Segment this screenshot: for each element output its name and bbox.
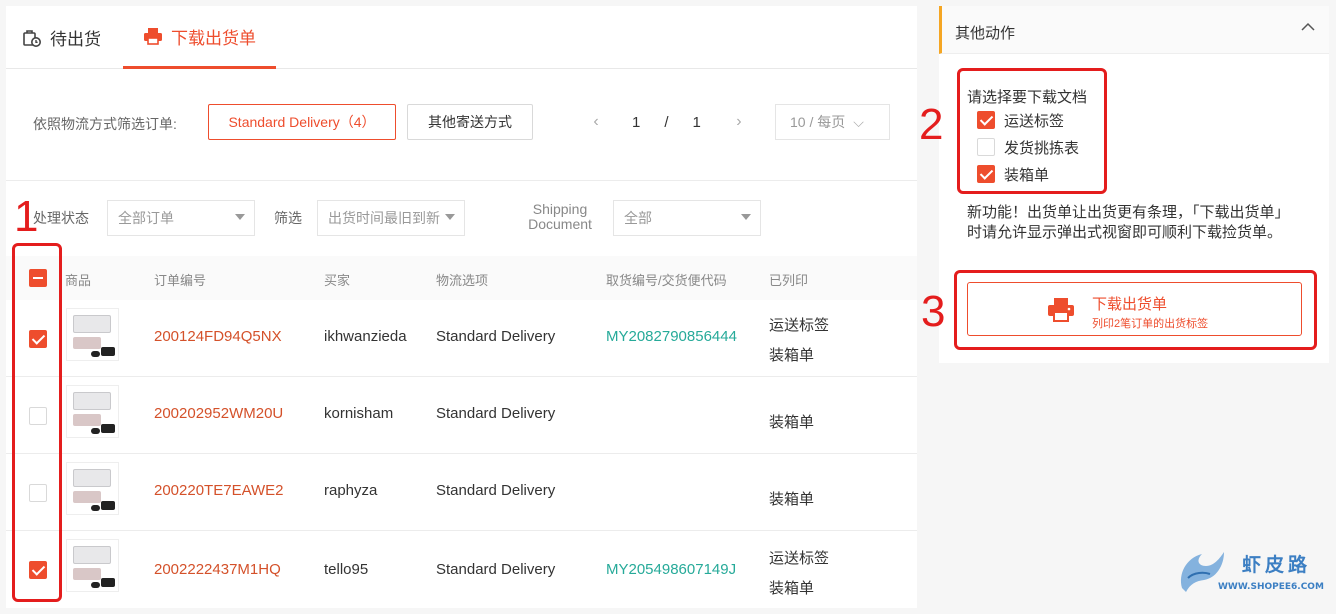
caret-down-icon	[741, 214, 751, 220]
tab-pending[interactable]: 待出货	[22, 6, 101, 69]
watermark: 虾皮路 WWW.SHOPEE6.COM	[1174, 548, 1324, 598]
other-shipping-button[interactable]: 其他寄送方式	[407, 104, 533, 140]
header-tracking: 取货编号/交货便代码	[606, 273, 727, 288]
prev-page-icon[interactable]: ‹	[586, 113, 606, 131]
sort-select[interactable]: 出货时间最旧到新	[317, 200, 465, 236]
tracking-number: MY2082790856444	[606, 328, 737, 345]
chevron-up-icon[interactable]	[1301, 20, 1315, 34]
pagination: ‹ 1 / 1 ›	[586, 104, 749, 140]
annotation-number-3: 3	[921, 287, 946, 336]
printed-label: 运送标签	[769, 550, 830, 567]
annotation-number-1: 1	[14, 192, 39, 241]
table-row: 200202952WM20U kornisham Standard Delive…	[6, 377, 917, 454]
printed-label: 运送标签	[769, 317, 830, 334]
status-select[interactable]: 全部订单	[107, 200, 255, 236]
other-actions-title: 其他动作	[955, 25, 1016, 42]
watermark-url: WWW.SHOPEE6.COM	[1218, 582, 1324, 592]
sort-select-value: 出货时间最旧到新	[328, 210, 440, 226]
buyer-name: kornisham	[324, 405, 394, 422]
other-actions-header[interactable]: 其他动作	[939, 6, 1329, 54]
page-separator: /	[664, 113, 669, 131]
header-buyer: 买家	[324, 273, 351, 288]
page-current: 1	[632, 113, 641, 131]
tracking-number: MY205498607149J	[606, 561, 737, 578]
header-product: 商品	[65, 273, 92, 288]
next-page-icon[interactable]: ›	[729, 113, 749, 131]
order-number-link[interactable]: 200124FD94Q5NX	[154, 328, 282, 345]
order-number-link[interactable]: 200220TE7EAWE2	[154, 482, 284, 499]
status-label: 处理状态	[33, 210, 89, 226]
product-thumbnail[interactable]	[66, 385, 119, 438]
package-clock-icon	[22, 28, 42, 48]
per-page-value: 10 / 每页	[790, 114, 846, 130]
table-row: 200124FD94Q5NX ikhwanzieda Standard Deli…	[6, 300, 917, 377]
table-row: 200220TE7EAWE2 raphyza Standard Delivery…	[6, 454, 917, 531]
status-filter-row: 处理状态 全部订单 筛选 出货时间最旧到新 Shipping Document …	[6, 200, 917, 240]
buyer-name: ikhwanzieda	[324, 328, 407, 345]
tab-bar: 待出货 下载出货单	[6, 6, 917, 69]
printed-label: 装箱单	[769, 491, 815, 508]
order-number-link[interactable]: 200202952WM20U	[154, 405, 283, 422]
logistics-filter-label: 依照物流方式筛选订单:	[33, 116, 177, 132]
logistics-option: Standard Delivery	[436, 328, 556, 345]
standard-delivery-button[interactable]: Standard Delivery（4）	[208, 104, 396, 140]
header-logistics: 物流选项	[436, 273, 489, 288]
caret-down-icon	[445, 214, 455, 220]
shipping-document-label-line2: Document	[528, 216, 592, 232]
divider	[6, 180, 917, 181]
printer-icon	[143, 26, 163, 46]
tab-download[interactable]: 下载出货单	[123, 6, 276, 69]
buyer-name: tello95	[324, 561, 369, 578]
logistics-filter-row: 依照物流方式筛选订单: Standard Delivery（4） 其他寄送方式 …	[6, 104, 917, 142]
annotation-number-2: 2	[919, 100, 944, 149]
product-thumbnail[interactable]	[66, 539, 119, 592]
shipping-document-label: Shipping Document	[518, 202, 602, 232]
caret-down-icon	[235, 214, 245, 220]
new-feature-notice: 新功能！出货单让出货更有条理，「下载出货单」时请允许显示弹出式视窗即可顺利下载捡…	[967, 204, 1290, 241]
shipping-document-value: 全部	[624, 210, 652, 226]
printed-label: 装箱单	[769, 414, 815, 431]
header-printed: 已列印	[769, 273, 809, 288]
tab-download-label: 下载出货单	[171, 28, 256, 48]
chevron-down-icon: ⌵	[853, 113, 864, 130]
shipping-document-select[interactable]: 全部	[613, 200, 761, 236]
table-row: 2002222437M1HQ tello95 Standard Delivery…	[6, 531, 917, 608]
status-select-value: 全部订单	[118, 210, 174, 226]
annotation-box-documents	[957, 68, 1107, 194]
watermark-text: 虾皮路	[1242, 554, 1312, 576]
page-total: 1	[692, 113, 701, 131]
tab-pending-label: 待出货	[50, 30, 101, 49]
buyer-name: raphyza	[324, 482, 378, 499]
order-number-link[interactable]: 2002222437M1HQ	[154, 561, 281, 578]
annotation-box-checkboxes	[12, 243, 62, 602]
shipping-document-label-line1: Shipping	[532, 201, 588, 217]
header-order-no: 订单编号	[154, 273, 207, 288]
product-thumbnail[interactable]	[66, 462, 119, 515]
logistics-option: Standard Delivery	[436, 405, 556, 422]
per-page-select[interactable]: 10 / 每页 ⌵	[775, 104, 890, 140]
sort-label: 筛选	[274, 210, 302, 226]
logistics-option: Standard Delivery	[436, 561, 556, 578]
table-header: 商品 订单编号 买家 物流选项 取货编号/交货便代码 已列印	[6, 256, 917, 300]
printed-label: 装箱单	[769, 347, 815, 364]
product-thumbnail[interactable]	[66, 308, 119, 361]
printed-label: 装箱单	[769, 580, 815, 597]
main-panel: 待出货 下载出货单 依照物流方式筛选订单: Standard Delivery（…	[6, 6, 917, 608]
annotation-box-download	[954, 270, 1317, 350]
logistics-option: Standard Delivery	[436, 482, 556, 499]
